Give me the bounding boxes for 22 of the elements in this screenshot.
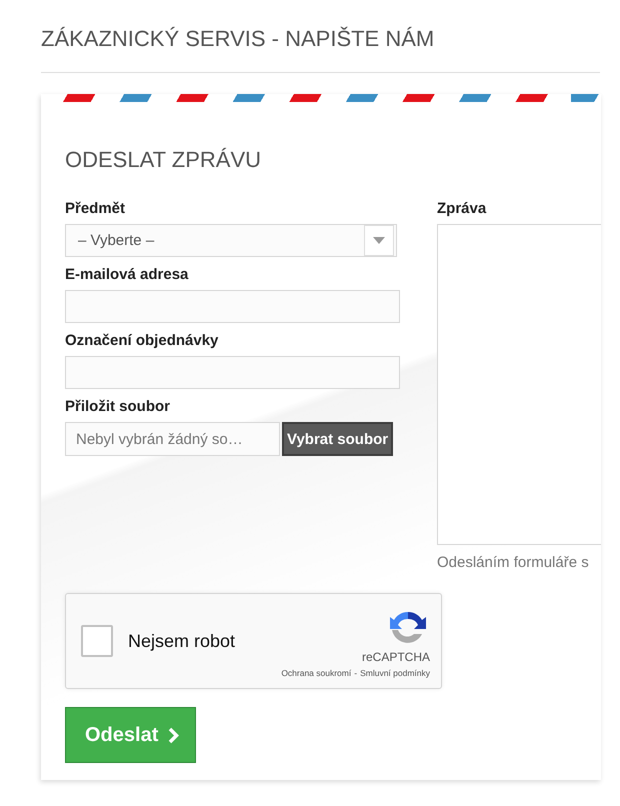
field-label: Označení objednávky bbox=[65, 332, 220, 349]
file-name-field[interactable]: Nebyl vybrán žádný so… bbox=[65, 422, 280, 456]
form-note: Odesláním formuláře s bbox=[437, 554, 590, 571]
field-label: Přiložit soubor bbox=[65, 398, 171, 415]
input-field[interactable] bbox=[65, 290, 400, 323]
footer-link[interactable]: Smluvní podmínky bbox=[360, 668, 430, 678]
page-title: ZÁKAZNICKÝ SERVIS - NAPIŠTE NÁM bbox=[41, 26, 600, 73]
choose-file-button[interactable]: Vybrat soubor bbox=[282, 422, 394, 456]
message-textarea[interactable] bbox=[437, 224, 601, 545]
input-field[interactable] bbox=[65, 356, 400, 389]
field-label: E-mailová adresa bbox=[65, 266, 190, 283]
chevron-right-icon bbox=[168, 726, 180, 744]
field-label: Zpráva bbox=[437, 200, 488, 217]
form-heading: ODESLAT ZPRÁVU bbox=[65, 147, 262, 173]
dropdown-arrow-icon bbox=[373, 237, 385, 244]
checkbox-label: Nejsem robot bbox=[128, 630, 236, 652]
footer-link[interactable]: Ochrana soukromí bbox=[281, 668, 352, 678]
subject-select[interactable]: – Vyberte – bbox=[65, 224, 397, 257]
field-label: Předmět bbox=[65, 200, 126, 217]
checkbox[interactable] bbox=[81, 625, 113, 657]
separator: - bbox=[354, 668, 358, 678]
recaptcha-brand: reCAPTCHA bbox=[362, 650, 430, 664]
